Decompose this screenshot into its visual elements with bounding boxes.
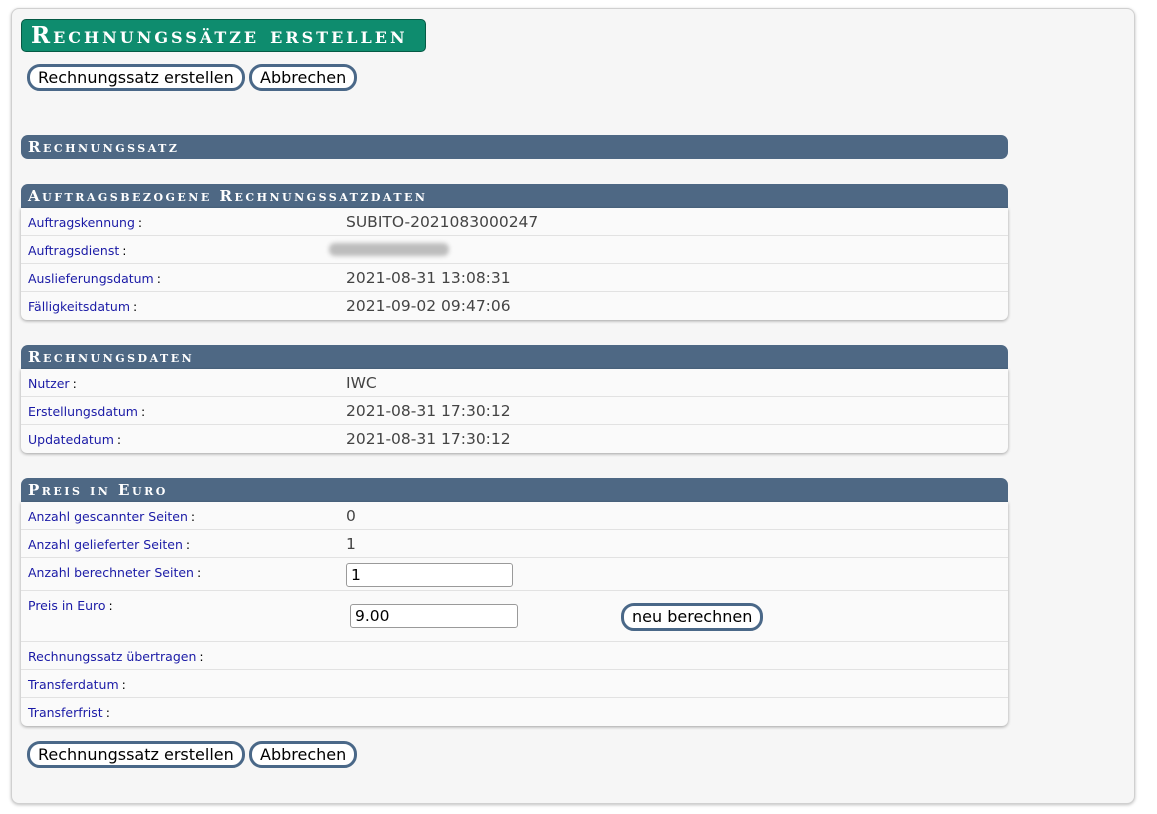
section-header-auftrag: Auftragsbezogene Rechnungssatzdaten xyxy=(21,184,1008,208)
label-updatedatum: Updatedatum xyxy=(28,432,114,447)
cancel-button-top[interactable]: Abbrechen xyxy=(249,64,358,91)
label-colon: : xyxy=(133,299,138,314)
section-auftrag: Auftragskennung: SUBITO-2021083000247 Au… xyxy=(21,208,1008,320)
cancel-button-bottom[interactable]: Abbrechen xyxy=(249,741,358,768)
label-colon: : xyxy=(196,565,202,580)
value-gelieferte-seiten: 1 xyxy=(346,535,356,553)
label-faelligkeitsdatum: Fälligkeitsdatum xyxy=(28,299,131,314)
row-berechnete-seiten: Anzahl berechneter Seiten: xyxy=(21,558,1008,591)
label-colon: : xyxy=(105,705,110,720)
section-header-preis: Preis in Euro xyxy=(21,478,1008,502)
value-updatedatum: 2021-08-31 17:30:12 xyxy=(346,430,511,448)
label-erstellungsdatum: Erstellungsdatum xyxy=(28,404,138,419)
preis-input[interactable] xyxy=(350,604,518,628)
row-gelieferte-seiten: Anzahl gelieferter Seiten: 1 xyxy=(21,530,1008,558)
section-rechnungsdaten: Nutzer: IWC Erstellungsdatum: 2021-08-31… xyxy=(21,369,1008,453)
label-gescannte-seiten: Anzahl gescannter Seiten xyxy=(28,509,188,524)
label-auslieferungsdatum: Auslieferungsdatum xyxy=(28,271,154,286)
label-colon: : xyxy=(185,537,191,552)
label-rechnungssatz-uebertragen: Rechnungssatz übertragen xyxy=(28,649,197,664)
berechnete-seiten-input[interactable] xyxy=(346,563,513,587)
recalculate-button[interactable]: neu berechnen xyxy=(621,603,764,631)
value-nutzer: IWC xyxy=(346,374,377,392)
label-colon: : xyxy=(72,376,77,391)
label-colon: : xyxy=(116,432,122,447)
label-colon: : xyxy=(199,649,204,664)
label-colon: : xyxy=(121,677,126,692)
label-colon: : xyxy=(190,509,196,524)
label-nutzer: Nutzer xyxy=(28,376,70,391)
page-title: Rechnungssätze erstellen xyxy=(21,19,426,52)
label-auftragsdienst: Auftragsdienst xyxy=(28,243,120,258)
row-faelligkeitsdatum: Fälligkeitsdatum: 2021-09-02 09:47:06 xyxy=(21,292,1008,320)
section-preis: Anzahl gescannter Seiten: 0 Anzahl gelie… xyxy=(21,502,1008,726)
row-gescannte-seiten: Anzahl gescannter Seiten: 0 xyxy=(21,502,1008,530)
section-header-rechnungssatz: Rechnungssatz xyxy=(21,135,1008,159)
label-gelieferte-seiten: Anzahl gelieferter Seiten xyxy=(28,537,183,552)
label-berechnete-seiten: Anzahl berechneter Seiten xyxy=(28,565,194,580)
label-colon: : xyxy=(140,404,146,419)
row-updatedatum: Updatedatum: 2021-08-31 17:30:12 xyxy=(21,425,1008,453)
value-gescannte-seiten: 0 xyxy=(346,507,356,525)
redacted-value xyxy=(329,243,449,256)
value-auftragskennung: SUBITO-2021083000247 xyxy=(346,213,539,231)
label-transferfrist: Transferfrist xyxy=(28,705,103,720)
label-colon: : xyxy=(137,215,143,230)
create-button-top[interactable]: Rechnungssatz erstellen xyxy=(27,64,245,91)
row-preis-in-euro: Preis in Euro: neu berechnen xyxy=(21,591,1008,642)
value-faelligkeitsdatum: 2021-09-02 09:47:06 xyxy=(346,297,511,315)
row-nutzer: Nutzer: IWC xyxy=(21,369,1008,397)
row-auslieferungsdatum: Auslieferungsdatum: 2021-08-31 13:08:31 xyxy=(21,264,1008,292)
label-transferdatum: Transferdatum xyxy=(28,677,119,692)
label-colon: : xyxy=(122,243,127,258)
label-preis-in-euro: Preis in Euro xyxy=(28,598,106,613)
label-colon: : xyxy=(156,271,161,286)
value-auslieferungsdatum: 2021-08-31 13:08:31 xyxy=(346,269,511,287)
create-button-bottom[interactable]: Rechnungssatz erstellen xyxy=(27,741,245,768)
value-erstellungsdatum: 2021-08-31 17:30:12 xyxy=(346,402,511,420)
row-transferdatum: Transferdatum: xyxy=(21,670,1008,698)
section-header-rechnungsdaten: Rechnungsdaten xyxy=(21,345,1008,369)
label-colon: : xyxy=(108,598,113,613)
row-rechnungssatz-uebertragen: Rechnungssatz übertragen: xyxy=(21,642,1008,670)
row-erstellungsdatum: Erstellungsdatum: 2021-08-31 17:30:12 xyxy=(21,397,1008,425)
row-auftragskennung: Auftragskennung: SUBITO-2021083000247 xyxy=(21,208,1008,236)
row-auftragsdienst: Auftragsdienst: xyxy=(21,236,1008,264)
row-transferfrist: Transferfrist: xyxy=(21,698,1008,726)
label-auftragskennung: Auftragskennung xyxy=(28,215,135,230)
